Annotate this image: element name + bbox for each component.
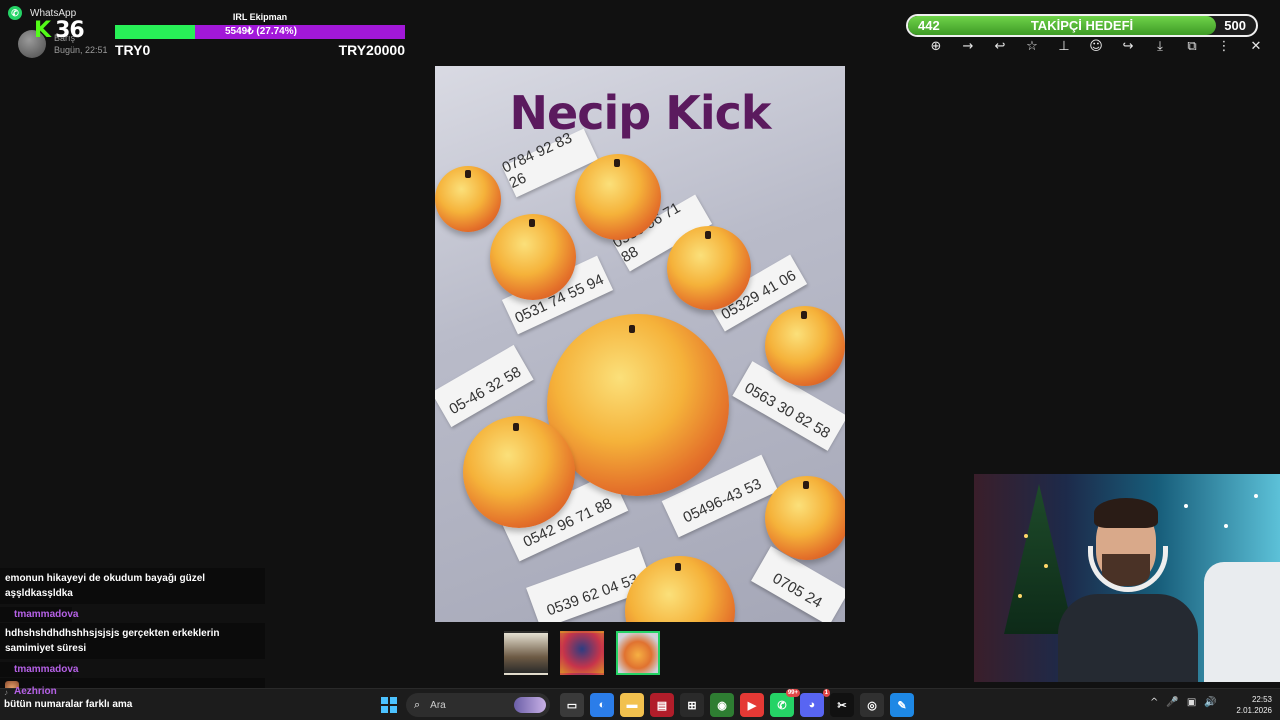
peach [435, 166, 501, 232]
copilot-icon[interactable]: ◐ [590, 693, 614, 717]
notification-badge: 1 [822, 689, 830, 697]
follower-goal-bar: TAKİPÇİ HEDEFİ 442 500 [906, 14, 1258, 37]
volume-icon[interactable]: 🔊 [1204, 697, 1216, 708]
chat-message: bütün numaralar farklı ama [4, 699, 133, 710]
task-view-icon[interactable]: ▭ [560, 693, 584, 717]
show-hidden-icons[interactable]: ^ [1150, 697, 1158, 708]
kick-viewer-count: 36 [55, 18, 85, 43]
phone-number-card: 05-46 32 58 [435, 344, 534, 428]
taskbar-apps: ▭ ◐ ▬ ▤ ⊞ ◉ ▶ ✆ 99+ ◕ 1 ✂ ◎ ✎ [560, 689, 914, 717]
peach [463, 416, 575, 528]
goal-progress-text: 5549₺ (27.74%) [225, 26, 297, 37]
youtube-icon[interactable]: ▶ [740, 693, 764, 717]
kick-logo-icon: K [34, 18, 52, 43]
file-explorer-icon[interactable]: ▬ [620, 693, 644, 717]
chat-username: tmammadova [0, 607, 78, 622]
clock-date: 2.01.2026 [1236, 706, 1272, 715]
streamer [1058, 498, 1198, 682]
chat-message: hdhshshdhdhshhsjsjsjs gerçekten erkekler… [0, 623, 265, 659]
network-icon[interactable]: ▣ [1187, 697, 1196, 708]
thumbnail-3-selected[interactable] [616, 631, 660, 675]
zoom-in-icon[interactable]: ⊕ [920, 36, 952, 56]
goal-current-amount: TRY0 [115, 42, 151, 58]
webcam-overlay [974, 474, 1280, 682]
news-app-icon[interactable]: ▤ [650, 693, 674, 717]
chat-badge-icon: ♪ [4, 688, 8, 697]
store-icon[interactable]: ⊞ [680, 693, 704, 717]
goal-title: IRL Ekipman [232, 12, 288, 22]
chrome-icon[interactable]: ◉ [710, 693, 734, 717]
gaming-chair [1204, 562, 1280, 682]
image-caption-title: Necip Kick [509, 86, 772, 140]
microphone-icon[interactable]: 🎤 [1166, 697, 1178, 708]
chat-username: Aezhrion [14, 686, 57, 697]
peach [490, 214, 576, 300]
media-image[interactable]: Necip Kick 0784 92 83 260539 96 71 88053… [435, 66, 845, 622]
share-icon[interactable]: ↪ [1112, 36, 1144, 56]
more-icon[interactable]: ⋮ [1208, 36, 1240, 56]
search-highlight-art [514, 697, 546, 713]
pin-icon[interactable]: ⊥ [1048, 36, 1080, 56]
peach [765, 476, 845, 560]
download-icon[interactable]: ⤓ [1144, 36, 1176, 56]
media-thumbnail-strip [504, 631, 660, 675]
chat-username: tmammadova [0, 662, 78, 677]
thumbnail-1[interactable] [504, 631, 548, 675]
reply-icon[interactable]: ↩ [984, 36, 1016, 56]
start-button[interactable] [381, 697, 397, 713]
obs-icon[interactable]: ◎ [860, 693, 884, 717]
discord-icon[interactable]: ◕ 1 [800, 689, 830, 717]
windows-taskbar: bütün numaralar farklı ama ⌕ Ara ▭ ◐ ▬ ▤ ⊞ ◉ ▶… [0, 688, 1280, 720]
follower-goal-target: 500 [1224, 18, 1246, 33]
open-external-icon[interactable]: ⧉ [1176, 36, 1208, 56]
search-icon: ⌕ [414, 698, 421, 711]
peach [667, 226, 751, 310]
snipping-tool-icon[interactable]: ✎ [890, 693, 914, 717]
screen: ✆ WhatsApp Barış Bugün, 22:51 K 36 IRL E… [0, 0, 1280, 720]
forward-arrow-icon[interactable]: → [952, 36, 984, 56]
thumbnail-2[interactable] [560, 631, 604, 675]
clock-time: 22:53 [1251, 695, 1272, 704]
donation-goal-widget: IRL Ekipman 5549₺ (27.74%) TRY0 TRY20000 [115, 12, 405, 58]
close-icon[interactable]: ✕ [1240, 36, 1272, 56]
system-tray: ^ 🎤 ▣ 🔊 [1150, 697, 1217, 708]
follower-goal-current: 442 [918, 18, 940, 33]
star-icon[interactable]: ☆ [1016, 36, 1048, 56]
capcut-icon[interactable]: ✂ [830, 693, 854, 717]
peach [765, 306, 845, 386]
chat-message: emonun hikayeyi de okudum bayağı güzel a… [0, 568, 265, 604]
app-title: WhatsApp [30, 7, 77, 19]
kick-viewer-badge: K 36 [34, 18, 85, 43]
peach [575, 154, 661, 240]
system-clock[interactable]: 22:53 2.01.2026 [1236, 694, 1272, 716]
emoji-icon[interactable]: ☺ [1080, 36, 1112, 56]
whatsapp-icon[interactable]: ✆ 99+ [770, 689, 800, 717]
taskbar-search[interactable]: ⌕ Ara [406, 693, 550, 717]
search-placeholder: Ara [430, 699, 446, 711]
headset-icon [1088, 546, 1168, 592]
goal-target-amount: TRY20000 [338, 42, 405, 58]
media-viewer-toolbar: ⊕ → ↩ ☆ ⊥ ☺ ↪ ⤓ ⧉ ⋮ ✕ [920, 36, 1272, 56]
notification-badge: 99+ [785, 689, 800, 697]
sender-time: Bugün, 22:51 [54, 45, 108, 55]
goal-progress-fill [115, 25, 196, 39]
goal-progress-bar: 5549₺ (27.74%) [115, 25, 405, 39]
whatsapp-logo-icon: ✆ [8, 6, 22, 20]
